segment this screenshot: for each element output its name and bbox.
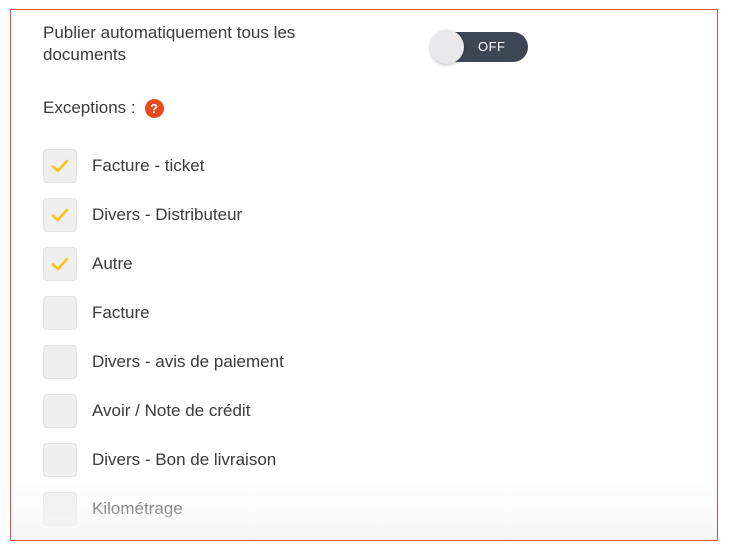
document-type-item[interactable]: Divers - Bon de livraison xyxy=(43,442,284,478)
document-type-checkbox[interactable] xyxy=(43,198,77,232)
document-type-item[interactable]: Divers - avis de paiement xyxy=(43,344,284,380)
document-type-checkbox[interactable] xyxy=(43,247,77,281)
document-type-checkbox[interactable] xyxy=(43,296,77,330)
help-icon[interactable]: ? xyxy=(144,98,164,118)
document-type-label: Divers - Distributeur xyxy=(92,205,243,224)
exceptions-header: Exceptions : ? xyxy=(43,96,164,120)
auto-publish-label: Publier automatiquement tous les documen… xyxy=(43,23,296,64)
exceptions-label: Exceptions : xyxy=(43,98,136,117)
document-type-checkbox[interactable] xyxy=(43,443,77,477)
document-type-checkbox[interactable] xyxy=(43,345,77,379)
checkmark-icon xyxy=(51,159,69,173)
document-type-item[interactable]: Facture xyxy=(43,295,284,331)
document-type-item[interactable]: Autre xyxy=(43,246,284,282)
document-type-checkbox[interactable] xyxy=(43,394,77,428)
document-type-list: Facture - ticket Divers - Distributeur Aut… xyxy=(43,148,284,540)
document-type-label: Kilométrage xyxy=(92,499,183,518)
document-type-item[interactable]: Avoir / Note de crédit xyxy=(43,393,284,429)
toggle-knob[interactable] xyxy=(430,30,464,64)
document-type-label: Divers - Bon de livraison xyxy=(92,450,277,469)
document-type-label: Divers - avis de paiement xyxy=(92,352,284,371)
document-type-item[interactable]: Kilométrage xyxy=(43,491,284,527)
checkmark-icon xyxy=(51,257,69,271)
document-type-label: Avoir / Note de crédit xyxy=(92,401,251,420)
document-type-item[interactable]: Facture - ticket xyxy=(43,148,284,184)
toggle-state-text: OFF xyxy=(478,39,506,54)
publish-settings-panel: Publier automatiquement tous les documen… xyxy=(10,9,718,541)
auto-publish-toggle[interactable]: OFF xyxy=(430,30,528,64)
document-type-checkbox[interactable] xyxy=(43,149,77,183)
document-type-checkbox[interactable] xyxy=(43,492,77,526)
document-type-label: Facture xyxy=(92,303,150,322)
checkmark-icon xyxy=(51,208,69,222)
document-type-label: Autre xyxy=(92,254,133,273)
document-type-label: Facture - ticket xyxy=(92,156,205,175)
document-type-item[interactable]: Divers - Distributeur xyxy=(43,197,284,233)
